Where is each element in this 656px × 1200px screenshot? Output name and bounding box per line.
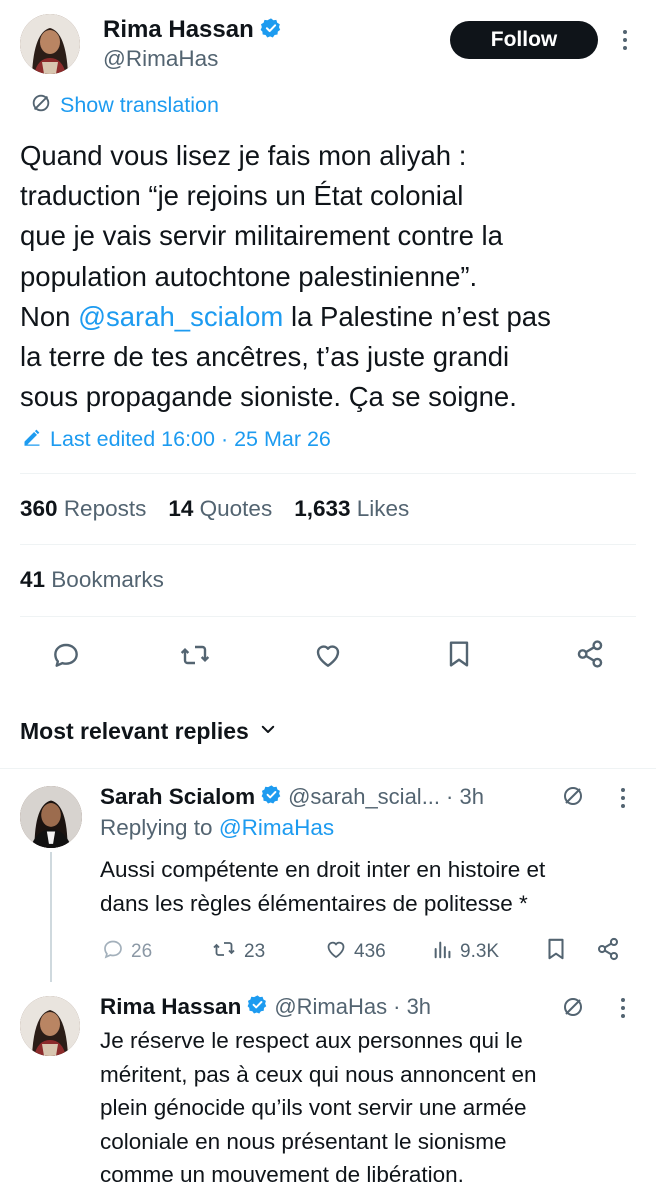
reply-line: Aussi compétente en droit inter en histo… [100,857,546,882]
like-count[interactable]: 436 [324,937,386,967]
tweet-line: la terre de tes ancêtres, t’as juste gra… [20,341,510,373]
tweet-line: sous propagande sioniste. Ça se soigne. [20,381,517,413]
bookmarks-stat[interactable]: 41 Bookmarks [20,567,164,593]
reply-time[interactable]: · 3h [393,994,431,1020]
thread-line [50,852,52,982]
reply-time[interactable]: · 3h [446,784,484,810]
replying-to: Replying to @RimaHas [100,815,334,841]
reply-avatar[interactable] [20,996,80,1056]
share-icon[interactable] [595,936,621,967]
like-icon[interactable] [312,639,344,671]
share-icon[interactable] [574,638,606,670]
grok-icon[interactable] [561,784,585,813]
tweet-line: Quand vous lisez je fais mon aliyah : [20,140,467,171]
replying-to-link[interactable]: @RimaHas [219,815,334,840]
bookmark-icon[interactable] [443,638,475,670]
divider [0,768,656,769]
mention-link[interactable]: @sarah_scialom [78,301,283,332]
like-count-value: 436 [354,941,386,962]
view-count[interactable]: 9.3K [432,937,499,967]
divider [20,473,636,474]
reply-count[interactable]: 26 [101,937,152,967]
reply-line: comme un mouvement de libération. [100,1162,464,1187]
reply-sort-label[interactable]: Most relevant replies [20,718,249,745]
tweet-line: Non @sarah_scialom la Palestine n’est pa… [20,297,640,337]
tweet-text: Quand vous lisez je fais mon aliyah : tr… [20,136,640,417]
divider [20,544,636,545]
like-icon [324,937,348,967]
reply-line: méritent, pas à ceux qui nous annoncent … [100,1061,537,1087]
grok-icon[interactable] [561,995,585,1024]
reposts-stat[interactable]: 360 Reposts [20,496,146,522]
verified-badge-icon [261,784,282,810]
reply-count-value: 26 [131,941,153,962]
author-handle[interactable]: @RimaHas [103,46,218,72]
tweet-line-suffix: la Palestine n’est pas [283,300,551,332]
quotes-stat[interactable]: 14 Quotes [168,496,272,522]
last-edited-label[interactable]: Last edited 16:00 · 25 Mar 26 [50,427,331,452]
replying-prefix: Replying to [100,815,219,840]
view-count-value: 9.3K [460,941,500,962]
reply-line: plein génocide qu’ils vont servir une ar… [100,1095,527,1120]
show-translation-link[interactable]: Show translation [30,92,219,118]
more-options-icon[interactable] [620,998,626,1022]
bookmark-icon[interactable] [543,936,569,967]
reply-author-name[interactable]: Sarah Scialom [100,784,255,810]
reply-sort-dropdown[interactable]: Most relevant replies [20,715,277,747]
follow-button[interactable]: Follow [450,21,598,59]
more-options-icon[interactable] [622,30,628,54]
divider [20,616,636,617]
tweet-line: que je vais servir militairement contre … [20,220,503,252]
tweet-line-prefix: Non [20,300,79,332]
engagement-stats: 360 Reposts 14 Quotes 1,633 Likes [20,496,409,522]
reply-line: Je réserve le respect aux personnes qui … [100,1028,523,1053]
translate-icon [30,92,52,119]
reply-author-handle[interactable]: @sarah_scial... [288,784,440,810]
edit-history-link[interactable]: Last edited 16:00 · 25 Mar 26 [22,424,331,454]
reply-line: coloniale en nous présentant le sionisme [100,1128,507,1154]
repost-count-value: 23 [244,941,266,962]
show-translation-label[interactable]: Show translation [60,93,219,118]
chevron-down-icon [259,720,277,743]
tweet-line: population autochtone palestinienne”. [20,260,478,292]
repost-icon[interactable] [178,639,212,671]
reply-icon[interactable] [50,639,82,671]
more-options-icon[interactable] [620,788,626,812]
repost-count[interactable]: 23 [210,937,265,967]
reply-text: Je réserve le respect aux personnes qui … [100,1024,640,1192]
reply-avatar[interactable] [20,786,82,848]
tweet-line: traduction “je rejoins un État colonial [20,180,464,212]
reply-author-name[interactable]: Rima Hassan [100,994,241,1020]
reply-text: Aussi compétente en droit inter en histo… [100,853,640,920]
reply-author-handle[interactable]: @RimaHas [274,994,387,1020]
author-name[interactable]: Rima Hassan [103,16,254,44]
reply-line: dans les règles élémentaires de politess… [100,890,528,916]
reply-icon [101,937,125,967]
views-icon [432,937,454,967]
repost-icon [210,937,238,967]
verified-badge-icon [247,994,268,1020]
author-avatar[interactable] [20,14,80,74]
likes-stat[interactable]: 1,633 Likes [294,496,409,522]
verified-badge-icon [260,17,282,44]
pencil-icon [22,427,42,452]
